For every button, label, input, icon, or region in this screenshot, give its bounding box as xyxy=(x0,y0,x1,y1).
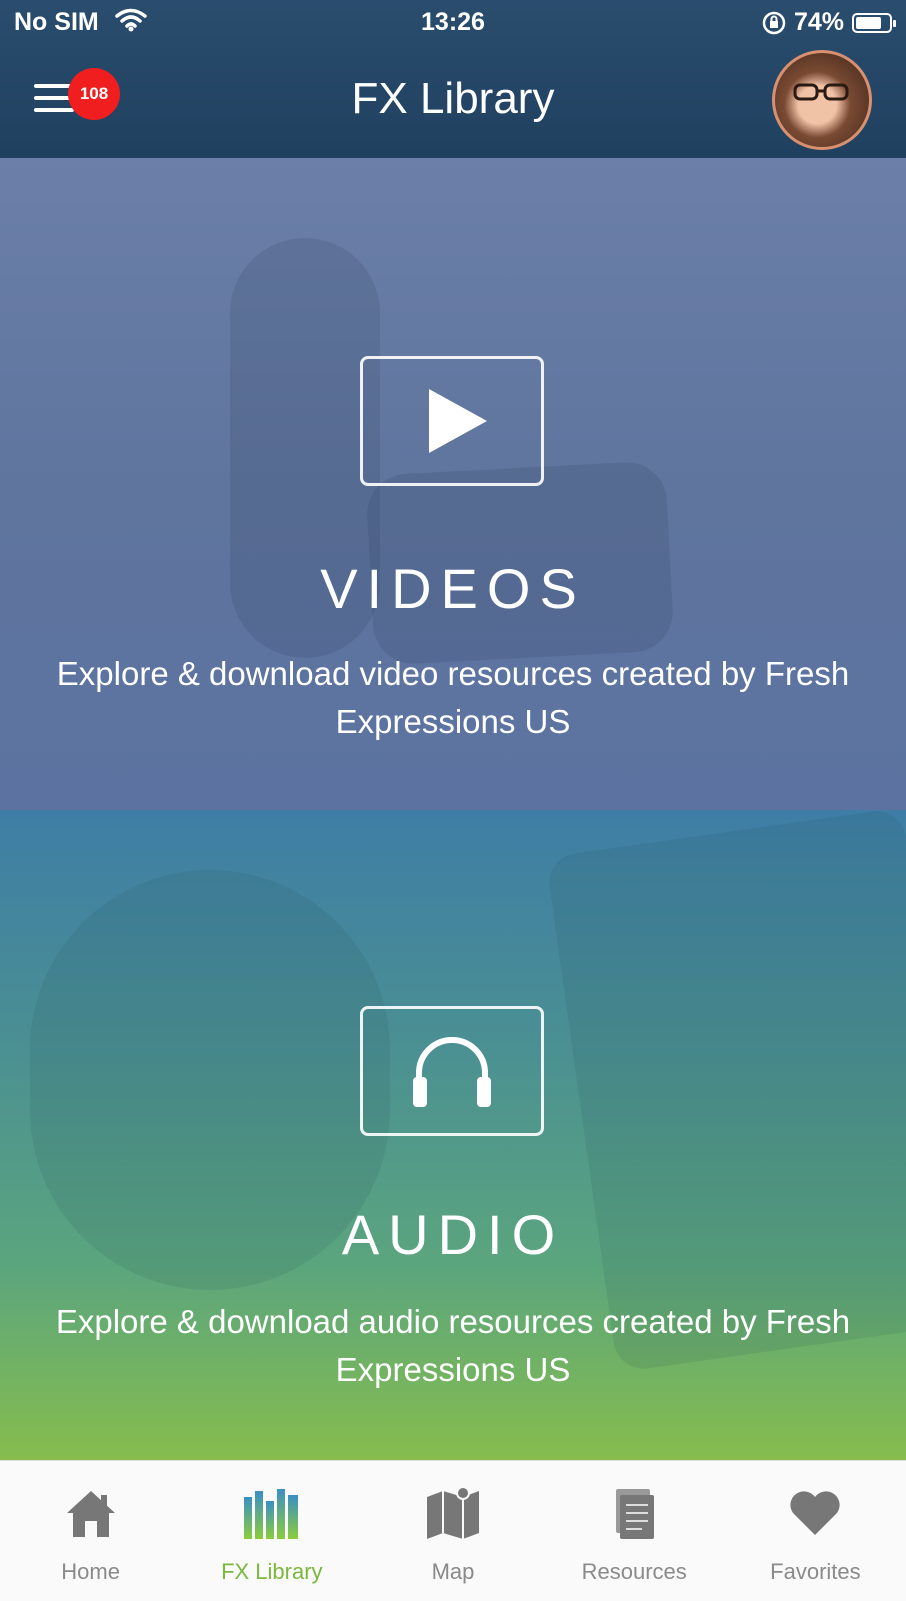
avatar[interactable] xyxy=(772,50,872,150)
page-title: FX Library xyxy=(351,74,555,123)
rotation-lock-icon xyxy=(762,11,786,34)
audio-description: Explore & download audio resources creat… xyxy=(55,1303,851,1388)
tab-resources-label: Resources xyxy=(581,1559,687,1584)
tab-map-label: Map xyxy=(431,1559,475,1584)
audio-heading: AUDIO xyxy=(341,1203,565,1266)
tab-resources[interactable]: Resources xyxy=(544,1461,725,1601)
heart-icon xyxy=(790,1491,841,1535)
resources-icon xyxy=(616,1489,655,1539)
avatar-glasses xyxy=(793,83,849,101)
headphones-icon xyxy=(360,1006,544,1136)
audio-panel[interactable]: AUDIO Explore & download audio resources… xyxy=(0,810,906,1460)
videos-panel[interactable]: VIDEOS Explore & download video resource… xyxy=(0,158,906,810)
map-icon xyxy=(427,1486,479,1539)
play-icon xyxy=(360,356,544,486)
tab-favorites-label: Favorites xyxy=(770,1559,861,1584)
top-bar: No SIM 13:26 74% 108 FX Library xyxy=(0,0,906,158)
nav-bar: 108 FX Library xyxy=(0,48,906,158)
background-tablet-image xyxy=(545,810,906,1373)
videos-description: Explore & download video resources creat… xyxy=(56,655,850,740)
home-icon xyxy=(66,1491,115,1537)
tab-favorites[interactable]: Favorites xyxy=(725,1461,906,1601)
library-icon xyxy=(243,1489,298,1539)
videos-heading: VIDEOS xyxy=(320,557,586,620)
status-bar: No SIM 13:26 74% xyxy=(0,0,906,48)
tab-map[interactable]: Map xyxy=(362,1461,543,1601)
tab-home-label: Home xyxy=(61,1559,120,1584)
status-right: 74% xyxy=(762,8,896,37)
tab-fx-library-label: FX Library xyxy=(221,1559,323,1584)
tab-home[interactable]: Home xyxy=(0,1461,181,1601)
tab-fx-library[interactable]: FX Library xyxy=(181,1461,362,1601)
battery-icon xyxy=(852,12,896,33)
battery-percent: 74% xyxy=(793,8,844,36)
tab-bar: Home FX Library Map Resources Favorites xyxy=(0,1460,906,1601)
